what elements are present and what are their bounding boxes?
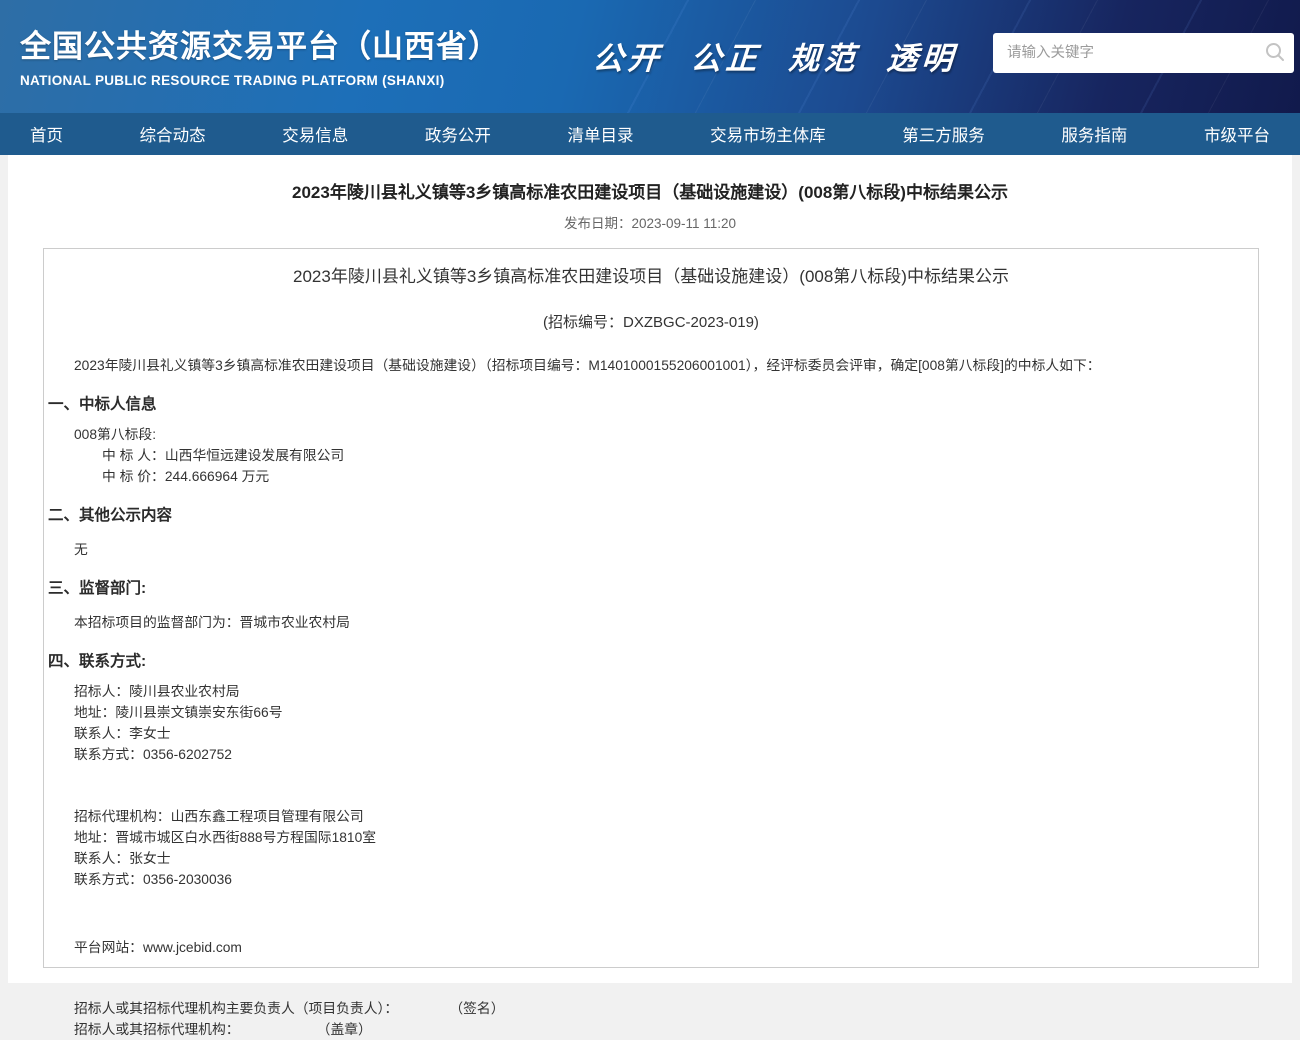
nav-item-market-entity-db[interactable]: 交易市场主体库 [710, 122, 826, 146]
footer-strip [0, 983, 1300, 988]
main-content: 2023年陵川县礼义镇等3乡镇高标准农田建设项目（基础设施建设）(008第八标段… [8, 155, 1292, 983]
tenderer-phone: 联系方式：0356-6202752 [74, 744, 1254, 765]
tenderer-name: 招标人：陵川县农业农村局 [74, 681, 1254, 702]
site-logo[interactable]: 全国公共资源交易平台（山西省） NATIONAL PUBLIC RESOURCE… [20, 21, 500, 88]
nav-item-list-catalog[interactable]: 清单目录 [568, 122, 634, 146]
agency-contact-block: 招标代理机构：山西东鑫工程项目管理有限公司 地址：晋城市城区白水西街888号方程… [48, 806, 1254, 890]
bid-number: (招标编号：DXZBGC-2023-019) [48, 311, 1254, 332]
platform-website: 平台网站：www.jcebid.com [74, 937, 1254, 958]
site-subtitle: NATIONAL PUBLIC RESOURCE TRADING PLATFOR… [20, 73, 500, 88]
nav-item-news[interactable]: 综合动态 [140, 122, 206, 146]
signature-line-2: 招标人或其招标代理机构： （盖章） [74, 1019, 1254, 1040]
nav-item-third-party[interactable]: 第三方服务 [902, 122, 985, 146]
page-title: 2023年陵川县礼义镇等3乡镇高标准农田建设项目（基础设施建设）(008第八标段… [8, 178, 1292, 203]
main-nav: 首页 综合动态 交易信息 政务公开 清单目录 交易市场主体库 第三方服务 服务指… [0, 113, 1300, 155]
slogan-word: 公开 [591, 33, 664, 78]
nav-item-trading-info[interactable]: 交易信息 [282, 122, 348, 146]
section2-content: 无 [74, 539, 1254, 560]
tenderer-contact-block: 招标人：陵川县农业农村局 地址：陵川县崇文镇崇安东街66号 联系人：李女士 联系… [48, 681, 1254, 765]
slogan-word: 规范 [787, 33, 860, 78]
publish-date: 发布日期：2023-09-11 11:20 [8, 212, 1292, 232]
signature-line-1-label: 招标人或其招标代理机构主要负责人（项目负责人）： [74, 1001, 398, 1016]
agency-contact-person: 联系人：张女士 [74, 848, 1254, 869]
nav-item-home[interactable]: 首页 [30, 122, 63, 146]
section1-heading: 一、中标人信息 [48, 392, 1254, 414]
section4-heading: 四、联系方式: [48, 649, 1254, 671]
nav-item-city-platform[interactable]: 市级平台 [1204, 122, 1270, 146]
nav-item-service-guide[interactable]: 服务指南 [1061, 122, 1127, 146]
tenderer-contact-person: 联系人：李女士 [74, 723, 1254, 744]
site-slogan: 公开 公正 规范 透明 [591, 33, 958, 78]
signature-line-2-label: 招标人或其招标代理机构： [74, 1022, 240, 1037]
announcement-document: 2023年陵川县礼义镇等3乡镇高标准农田建设项目（基础设施建设）(008第八标段… [43, 248, 1259, 968]
site-title: 全国公共资源交易平台（山西省） [20, 21, 500, 66]
agency-phone: 联系方式：0356-2030036 [74, 869, 1254, 890]
signature-line-1: 招标人或其招标代理机构主要负责人（项目负责人）： （签名） [74, 998, 1254, 1019]
agency-name: 招标代理机构：山西东鑫工程项目管理有限公司 [74, 806, 1254, 827]
document-title: 2023年陵川县礼义镇等3乡镇高标准农田建设项目（基础设施建设）(008第八标段… [48, 262, 1254, 287]
section1-lot: 008第八标段: [74, 424, 1254, 445]
signature-line-2-suffix: （盖章） [324, 1022, 372, 1037]
search-icon [1264, 41, 1286, 66]
site-header: 全国公共资源交易平台（山西省） NATIONAL PUBLIC RESOURCE… [0, 0, 1300, 113]
signature-block: 招标人或其招标代理机构主要负责人（项目负责人）： （签名） 招标人或其招标代理机构… [48, 998, 1254, 1040]
search-box [993, 33, 1294, 73]
agency-address: 地址：晋城市城区白水西街888号方程国际1810室 [74, 827, 1254, 848]
slogan-word: 透明 [885, 33, 958, 78]
search-button[interactable] [1256, 33, 1294, 73]
section3-heading: 三、监督部门: [48, 576, 1254, 598]
signature-line-1-suffix: （签名） [456, 1001, 504, 1016]
slogan-word: 公正 [689, 33, 762, 78]
tenderer-address: 地址：陵川县崇文镇崇安东街66号 [74, 702, 1254, 723]
section3-content: 本招标项目的监督部门为：晋城市农业农村局 [74, 612, 1254, 633]
section1-price: 中 标 价：244.666964 万元 [102, 466, 1254, 487]
publish-date-label: 发布日期： [564, 216, 632, 231]
search-input[interactable] [993, 33, 1256, 73]
nav-item-gov-disclosure[interactable]: 政务公开 [425, 122, 491, 146]
section1-winner: 中 标 人：山西华恒远建设发展有限公司 [102, 445, 1254, 466]
section2-heading: 二、其他公示内容 [48, 503, 1254, 525]
intro-paragraph: 2023年陵川县礼义镇等3乡镇高标准农田建设项目（基础设施建设）（招标项目编号：… [74, 356, 1234, 376]
publish-date-value: 2023-09-11 11:20 [631, 216, 736, 231]
